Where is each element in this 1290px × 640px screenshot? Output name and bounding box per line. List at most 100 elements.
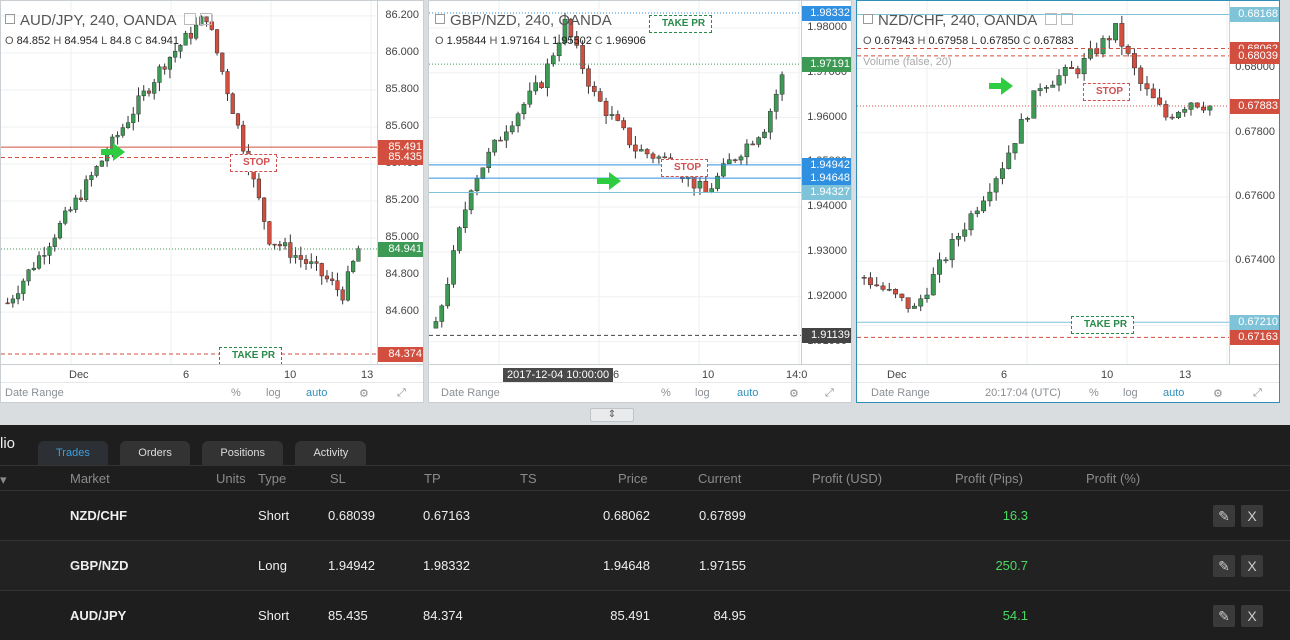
col-ts[interactable]: TS bbox=[520, 471, 537, 486]
col-units[interactable]: Units bbox=[216, 471, 246, 486]
col-tp[interactable]: TP bbox=[424, 471, 441, 486]
chart-panel-audjpy[interactable]: AUD/JPY, 240, OANDA O 84.852 H 84.954 L … bbox=[0, 0, 424, 403]
col-type[interactable]: Type bbox=[258, 471, 286, 486]
edit-pencil-icon[interactable]: ✎ bbox=[1213, 555, 1235, 577]
close-trade-icon[interactable]: X bbox=[1241, 555, 1263, 577]
col-market[interactable]: Market bbox=[70, 471, 110, 486]
resize-handle-icon[interactable]: ⇕ bbox=[590, 408, 634, 422]
price-marker-tag[interactable]: 85.435 bbox=[378, 150, 423, 166]
price-axis[interactable]: 0.680000.678000.676000.674000.672000.681… bbox=[1229, 1, 1279, 364]
candlestick-chart[interactable] bbox=[429, 1, 801, 364]
utc-clock[interactable]: 20:17:04 (UTC) bbox=[985, 387, 1061, 399]
price-axis[interactable]: 1.980001.970001.960001.950001.940001.930… bbox=[801, 1, 851, 364]
log-toggle[interactable]: log bbox=[266, 387, 281, 399]
price-axis[interactable]: 86.20086.00085.80085.60085.40085.20085.0… bbox=[377, 1, 423, 364]
settings-gear-icon[interactable]: ⚙ bbox=[359, 387, 369, 400]
edit-pencil-icon[interactable]: ✎ bbox=[1213, 505, 1235, 527]
price-marker-tag[interactable]: 1.98332 bbox=[802, 6, 851, 21]
date-range-button[interactable]: Date Range bbox=[5, 387, 64, 399]
panel-splitter[interactable]: ⇕ bbox=[0, 405, 1290, 425]
candle bbox=[968, 210, 974, 236]
tab-trades[interactable]: Trades bbox=[38, 441, 108, 465]
settings-gear-icon[interactable]: ⚙ bbox=[789, 387, 799, 400]
time-label: 6 bbox=[613, 369, 620, 381]
stop-order-label[interactable]: STOP bbox=[661, 159, 709, 177]
collapse-icon[interactable] bbox=[435, 14, 445, 24]
fullscreen-icon[interactable]: ⤢ bbox=[397, 387, 406, 400]
table-row[interactable]: GBP/NZD Long 1.94942 1.98332 1.94648 1.97155 2… bbox=[0, 540, 1290, 590]
stop-order-label[interactable]: STOP bbox=[1083, 83, 1131, 101]
cell-current: 0.67899 bbox=[699, 508, 746, 523]
time-axis[interactable]: Dec 6 10 13 bbox=[1, 364, 423, 384]
chart-panel-gbpnzd[interactable]: GBP/NZD, 240, OANDA TAKE PR O 1.95844 H … bbox=[428, 0, 852, 403]
price-marker-tag[interactable]: 0.68168 bbox=[1230, 7, 1279, 23]
cell-price: 0.68062 bbox=[603, 508, 650, 523]
col-profit-pips[interactable]: Profit (Pips) bbox=[955, 471, 1023, 486]
time-axis[interactable]: Dec 6 10 13 bbox=[857, 364, 1279, 384]
log-toggle[interactable]: log bbox=[1123, 387, 1138, 399]
chart-panel-nzdchf[interactable]: NZD/CHF, 240, OANDA O 0.67943 H 0.67958 … bbox=[856, 0, 1280, 403]
percent-toggle[interactable]: % bbox=[231, 387, 241, 399]
percent-toggle[interactable]: % bbox=[661, 387, 671, 399]
symbol-title: NZD/CHF, 240, OANDA bbox=[878, 12, 1037, 29]
price-plot[interactable] bbox=[1, 1, 377, 364]
candle bbox=[874, 276, 880, 287]
price-marker-tag[interactable]: 84.941 bbox=[378, 241, 423, 257]
sort-caret-icon[interactable]: ▾ bbox=[0, 472, 7, 488]
percent-toggle[interactable]: % bbox=[1089, 387, 1099, 399]
tab-orders[interactable]: Orders bbox=[120, 441, 190, 465]
collapse-icon[interactable] bbox=[863, 14, 873, 24]
candle bbox=[99, 160, 104, 167]
tab-positions[interactable]: Positions bbox=[202, 441, 283, 465]
date-range-button[interactable]: Date Range bbox=[441, 387, 500, 399]
gear-icon[interactable] bbox=[199, 13, 212, 25]
candlestick-chart[interactable] bbox=[1, 1, 377, 364]
eye-icon[interactable] bbox=[1044, 13, 1057, 25]
take-profit-order-label[interactable]: TAKE PR bbox=[649, 15, 713, 33]
fullscreen-icon[interactable]: ⤢ bbox=[1253, 387, 1262, 400]
eye-icon[interactable] bbox=[183, 13, 196, 25]
price-marker-tag[interactable]: 1.94327 bbox=[802, 185, 851, 201]
log-toggle[interactable]: log bbox=[695, 387, 710, 399]
fullscreen-icon[interactable]: ⤢ bbox=[825, 387, 834, 400]
col-sl[interactable]: SL bbox=[330, 471, 346, 486]
close-trade-icon[interactable]: X bbox=[1241, 505, 1263, 527]
auto-toggle[interactable]: auto bbox=[306, 387, 327, 399]
collapse-icon[interactable] bbox=[5, 14, 15, 24]
edit-pencil-icon[interactable]: ✎ bbox=[1213, 605, 1235, 627]
candle bbox=[744, 139, 750, 166]
price-marker-tag[interactable]: 0.67163 bbox=[1230, 330, 1279, 346]
date-range-button[interactable]: Date Range bbox=[871, 387, 930, 399]
volume-legend[interactable]: Volume (false, 20) bbox=[863, 56, 952, 68]
price-marker-tag[interactable]: 84.374 bbox=[378, 346, 423, 362]
settings-gear-icon[interactable]: ⚙ bbox=[1213, 387, 1223, 400]
candle bbox=[84, 175, 89, 202]
symbol-legend[interactable]: AUD/JPY, 240, OANDA bbox=[5, 12, 212, 29]
take-profit-order-label[interactable]: TAKE PR bbox=[1071, 316, 1135, 334]
col-profit-pct[interactable]: Profit (%) bbox=[1086, 471, 1140, 486]
col-current[interactable]: Current bbox=[698, 471, 741, 486]
symbol-legend[interactable]: NZD/CHF, 240, OANDA bbox=[863, 12, 1073, 29]
candle bbox=[650, 151, 656, 164]
auto-toggle[interactable]: auto bbox=[1163, 387, 1184, 399]
price-marker-tag[interactable]: 1.94648 bbox=[802, 171, 851, 187]
take-profit-order-label[interactable]: TAKE PR bbox=[219, 347, 283, 365]
tab-activity[interactable]: Activity bbox=[295, 441, 367, 465]
cell-profit-pips: 16.3 bbox=[1002, 508, 1028, 523]
close-trade-icon[interactable]: X bbox=[1241, 605, 1263, 627]
symbol-legend[interactable]: GBP/NZD, 240, OANDA bbox=[435, 12, 612, 29]
price-marker-tag[interactable]: 0.67883 bbox=[1230, 99, 1279, 115]
table-row[interactable]: AUD/JPY Short 85.435 84.374 85.491 84.95 54.1 ✎… bbox=[0, 590, 1290, 640]
time-axis[interactable]: 2017-12-04 10:00:00 6 10 14:0 bbox=[429, 364, 851, 384]
price-marker-tag[interactable]: 1.97191 bbox=[802, 57, 851, 73]
price-plot[interactable] bbox=[429, 1, 801, 364]
auto-toggle[interactable]: auto bbox=[737, 387, 758, 399]
stop-order-label[interactable]: STOP bbox=[230, 154, 278, 172]
col-price[interactable]: Price bbox=[618, 471, 648, 486]
col-profit-usd[interactable]: Profit (USD) bbox=[812, 471, 882, 486]
table-row[interactable]: NZD/CHF Short 0.68039 0.67163 0.68062 0.67899… bbox=[0, 490, 1290, 540]
price-marker-tag[interactable]: 0.68039 bbox=[1230, 48, 1279, 64]
gear-icon[interactable] bbox=[1060, 13, 1073, 25]
price-marker-tag[interactable]: 1.91139 bbox=[802, 328, 851, 344]
price-marker-tag[interactable]: 0.67210 bbox=[1230, 315, 1279, 331]
